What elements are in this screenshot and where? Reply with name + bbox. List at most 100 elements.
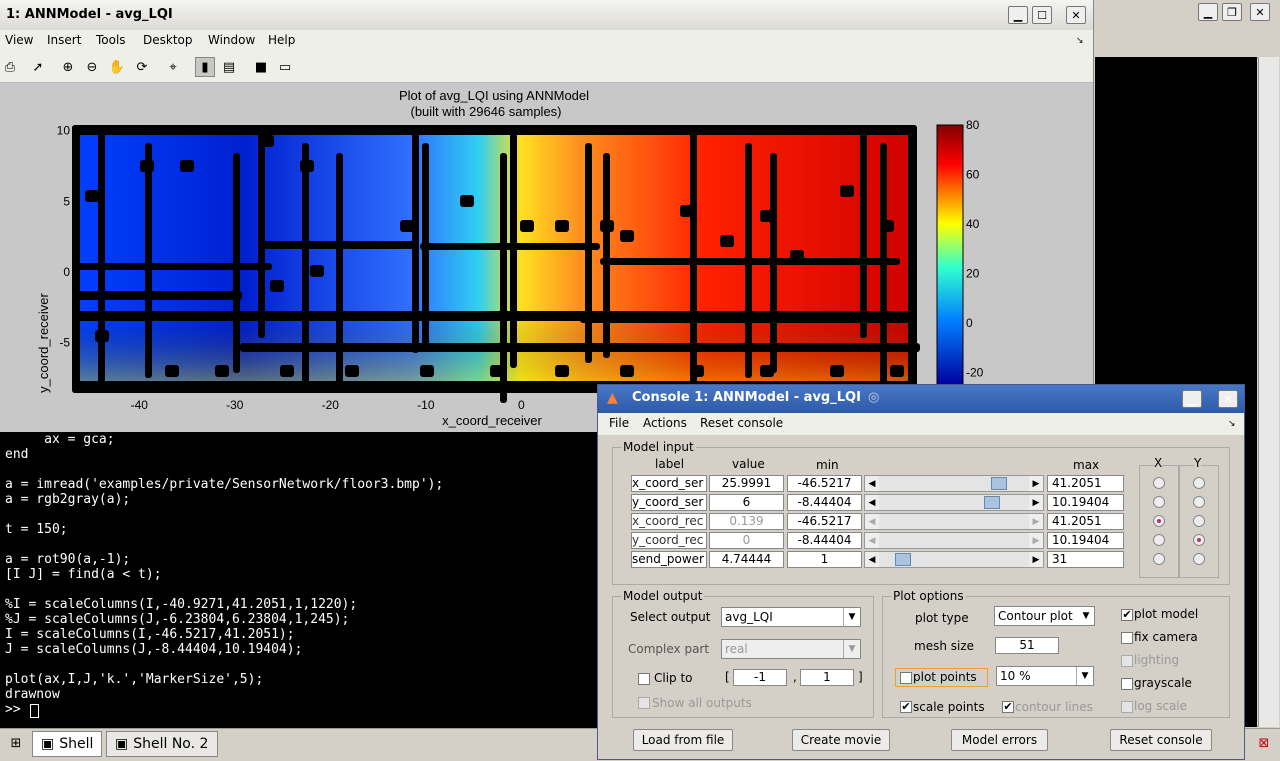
input-slider[interactable]: ◀ ▶ [864, 494, 1044, 511]
console-titlebar[interactable]: ▲ Console 1: ANNModel - avg_LQI ◎ ▁ ✕ [598, 385, 1244, 413]
input-max-field[interactable]: 41.2051 [1047, 513, 1124, 530]
complex-part-dropdown[interactable]: real ▼ [721, 639, 861, 659]
pointer-icon[interactable]: ➚ [28, 57, 48, 77]
menu-desktop[interactable]: Desktop [143, 33, 193, 47]
input-slider[interactable]: ◀ ▶ [864, 532, 1044, 549]
select-output-dropdown[interactable]: avg_LQI ▼ [721, 607, 861, 627]
hide-plot-tools-icon[interactable]: ■ [251, 57, 271, 77]
y-axis-radio[interactable] [1193, 515, 1205, 527]
x-axis-radio[interactable] [1153, 534, 1165, 546]
plot-points-dropdown[interactable]: 10 % ▼ [996, 666, 1094, 686]
colorbar-icon[interactable]: ▮ [195, 57, 215, 77]
load-from-file-button[interactable]: Load from file [633, 729, 733, 751]
input-min-field[interactable]: 1 [787, 551, 862, 568]
slider-right-arrow-icon[interactable]: ▶ [1029, 514, 1043, 529]
slider-right-arrow-icon[interactable]: ▶ [1029, 495, 1043, 510]
y-axis-radio[interactable] [1193, 553, 1205, 565]
show-all-outputs-checkbox[interactable] [638, 697, 650, 709]
close-button[interactable]: ✕ [1066, 6, 1086, 24]
slider-left-arrow-icon[interactable]: ◀ [865, 533, 879, 548]
option-checkbox[interactable] [1121, 632, 1133, 644]
input-min-field[interactable]: -8.44404 [787, 532, 862, 549]
input-slider[interactable]: ◀ ▶ [864, 513, 1044, 530]
bg-minimize-button[interactable]: ▁ [1198, 3, 1218, 21]
reset-console-button[interactable]: Reset console [1110, 729, 1212, 751]
x-axis-radio[interactable] [1153, 515, 1165, 527]
clip-max-input[interactable]: 1 [800, 669, 854, 686]
slider-right-arrow-icon[interactable]: ▶ [1029, 533, 1043, 548]
background-scrollbar[interactable] [1258, 57, 1279, 727]
input-value-field[interactable]: 0.139 [709, 513, 784, 530]
menu-file[interactable]: File [609, 416, 629, 430]
slider-thumb[interactable] [990, 477, 1007, 490]
menu-tools[interactable]: Tools [96, 33, 126, 47]
scale-points-checkbox[interactable]: ✔ [900, 701, 912, 713]
data-cursor-icon[interactable]: ⌖ [163, 57, 183, 77]
input-value-field[interactable]: 6 [709, 494, 784, 511]
slider-thumb[interactable] [895, 553, 912, 566]
slider-left-arrow-icon[interactable]: ◀ [865, 514, 879, 529]
slider-right-arrow-icon[interactable]: ▶ [1029, 476, 1043, 491]
contour-lines-checkbox[interactable]: ✔ [1002, 701, 1014, 713]
input-max-field[interactable]: 10.19404 [1047, 532, 1124, 549]
clip-to-checkbox[interactable] [638, 673, 650, 685]
input-min-field[interactable]: -8.44404 [787, 494, 862, 511]
option-checkbox[interactable] [1121, 701, 1133, 713]
option-checkbox[interactable] [1121, 655, 1133, 667]
input-value-field[interactable]: 4.74444 [709, 551, 784, 568]
matlab-shell[interactable]: ax = gca; end a = imread('examples/priva… [0, 432, 600, 728]
rotate-icon[interactable]: ⟳ [132, 57, 152, 77]
menu-reset-console[interactable]: Reset console [700, 416, 783, 430]
maximize-button[interactable]: ☐ [1032, 6, 1052, 24]
input-value-field[interactable]: 25.9991 [709, 475, 784, 492]
legend-icon[interactable]: ▤ [219, 57, 239, 77]
slider-thumb[interactable] [983, 496, 1000, 509]
console-minimize-button[interactable]: ▁ [1182, 390, 1202, 408]
menu-window[interactable]: Window [208, 33, 255, 47]
close-tab-icon[interactable]: ⊠ [1254, 733, 1274, 753]
option-checkbox[interactable] [1121, 678, 1133, 690]
zoom-in-icon[interactable]: ⊕ [58, 57, 78, 77]
pan-icon[interactable]: ✋ [107, 57, 127, 77]
menu-actions[interactable]: Actions [643, 416, 687, 430]
task-shell-2[interactable]: ▣ Shell No. 2 [106, 731, 218, 757]
slider-left-arrow-icon[interactable]: ◀ [865, 495, 879, 510]
minimize-button[interactable]: ▁ [1008, 6, 1028, 24]
input-max-field[interactable]: 10.19404 [1047, 494, 1124, 511]
input-slider[interactable]: ◀ ▶ [864, 551, 1044, 568]
new-shell-icon[interactable]: ⊞ [6, 733, 26, 753]
plot-points-checkbox[interactable] [900, 672, 912, 684]
clip-min-input[interactable]: -1 [733, 669, 787, 686]
option-checkbox[interactable]: ✔ [1121, 609, 1133, 621]
plot-type-dropdown[interactable]: Contour plot ▼ [994, 606, 1095, 626]
figure-titlebar[interactable]: 1: ANNModel - avg_LQI ▁ ☐ ✕ [0, 0, 1093, 31]
dock-arrow-icon[interactable]: ↘ [1076, 36, 1084, 46]
x-axis-radio[interactable] [1153, 496, 1165, 508]
slider-left-arrow-icon[interactable]: ◀ [865, 476, 879, 491]
menu-view[interactable]: View [5, 33, 33, 47]
dock-arrow-icon[interactable]: ↘ [1228, 419, 1236, 429]
input-min-field[interactable]: -46.5217 [787, 475, 862, 492]
input-min-field[interactable]: -46.5217 [787, 513, 862, 530]
x-axis-radio[interactable] [1153, 477, 1165, 489]
model-errors-button[interactable]: Model errors [951, 729, 1048, 751]
task-shell[interactable]: ▣ Shell [32, 731, 102, 757]
bg-close-button[interactable]: ✕ [1250, 3, 1270, 21]
input-slider[interactable]: ◀ ▶ [864, 475, 1044, 492]
input-max-field[interactable]: 31 [1047, 551, 1124, 568]
input-max-field[interactable]: 41.2051 [1047, 475, 1124, 492]
console-close-button[interactable]: ✕ [1218, 390, 1238, 408]
y-axis-radio[interactable] [1193, 477, 1205, 489]
input-value-field[interactable]: 0 [709, 532, 784, 549]
create-movie-button[interactable]: Create movie [792, 729, 890, 751]
slider-left-arrow-icon[interactable]: ◀ [865, 552, 879, 567]
slider-right-arrow-icon[interactable]: ▶ [1029, 552, 1043, 567]
zoom-out-icon[interactable]: ⊖ [82, 57, 102, 77]
menu-insert[interactable]: Insert [47, 33, 81, 47]
print-icon[interactable]: ⎙ [0, 57, 20, 77]
x-axis-radio[interactable] [1153, 553, 1165, 565]
y-axis-radio[interactable] [1193, 534, 1205, 546]
mesh-size-input[interactable]: 51 [995, 637, 1059, 654]
y-axis-radio[interactable] [1193, 496, 1205, 508]
bg-restore-button[interactable]: ❐ [1222, 3, 1242, 21]
